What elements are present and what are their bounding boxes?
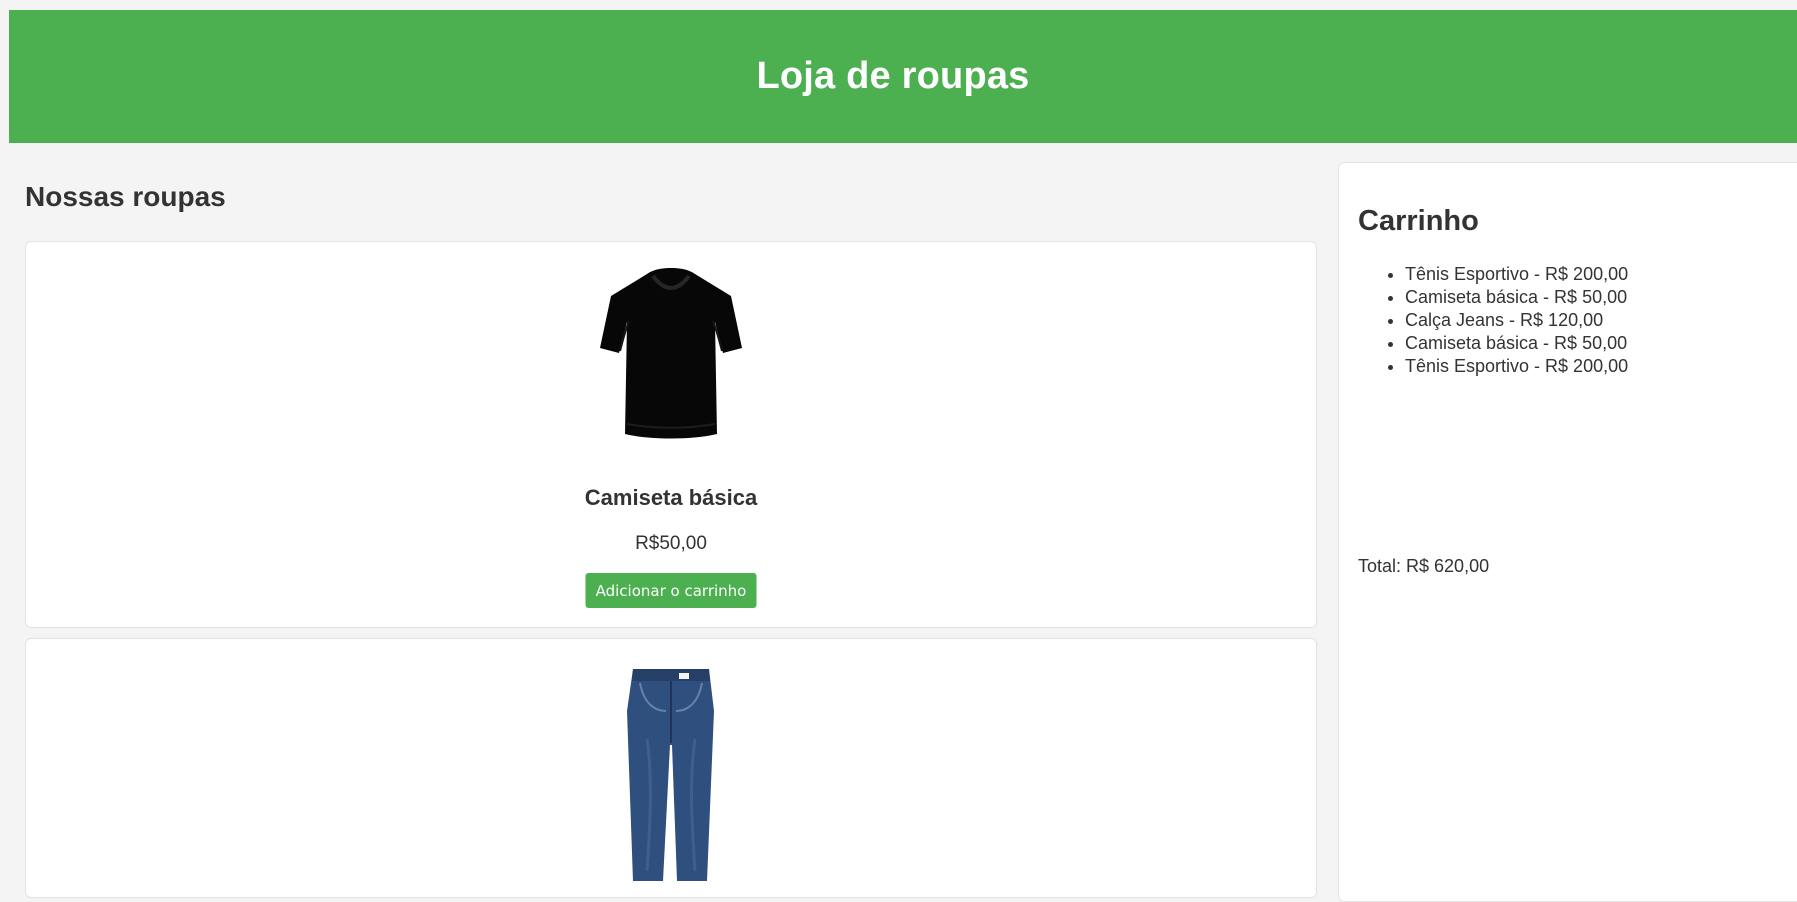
site-header: Loja de roupas bbox=[9, 10, 1797, 143]
cart-item: Camiseta básica - R$ 50,00 bbox=[1405, 332, 1628, 355]
cart-title: Carrinho bbox=[1358, 205, 1479, 237]
product-price: R$50,00 bbox=[635, 533, 707, 554]
cart-total: Total: R$ 620,00 bbox=[1358, 556, 1490, 576]
catalog-title: Nossas roupas bbox=[25, 181, 226, 212]
cart-item: Tênis Esportivo - R$ 200,00 bbox=[1405, 355, 1628, 378]
product-card-jeans bbox=[25, 638, 1317, 898]
add-to-cart-button[interactable]: Adicionar o carrinho bbox=[585, 573, 757, 608]
black-tshirt-image bbox=[600, 268, 742, 439]
cart-item: Camiseta básica - R$ 50,00 bbox=[1405, 286, 1628, 309]
product-name: Camiseta básica bbox=[584, 485, 758, 510]
cart-item-list: Tênis Esportivo - R$ 200,00 Camiseta bás… bbox=[1358, 263, 1628, 378]
site-title: Loja de roupas bbox=[756, 55, 1030, 97]
blue-jeans-image bbox=[627, 669, 714, 881]
product-card-camiseta: Camiseta básica R$50,00 Adicionar o carr… bbox=[25, 241, 1317, 628]
shopping-cart: Carrinho Tênis Esportivo - R$ 200,00 Cam… bbox=[1338, 162, 1797, 902]
cart-item: Tênis Esportivo - R$ 200,00 bbox=[1405, 263, 1628, 286]
cart-item: Calça Jeans - R$ 120,00 bbox=[1405, 309, 1628, 332]
